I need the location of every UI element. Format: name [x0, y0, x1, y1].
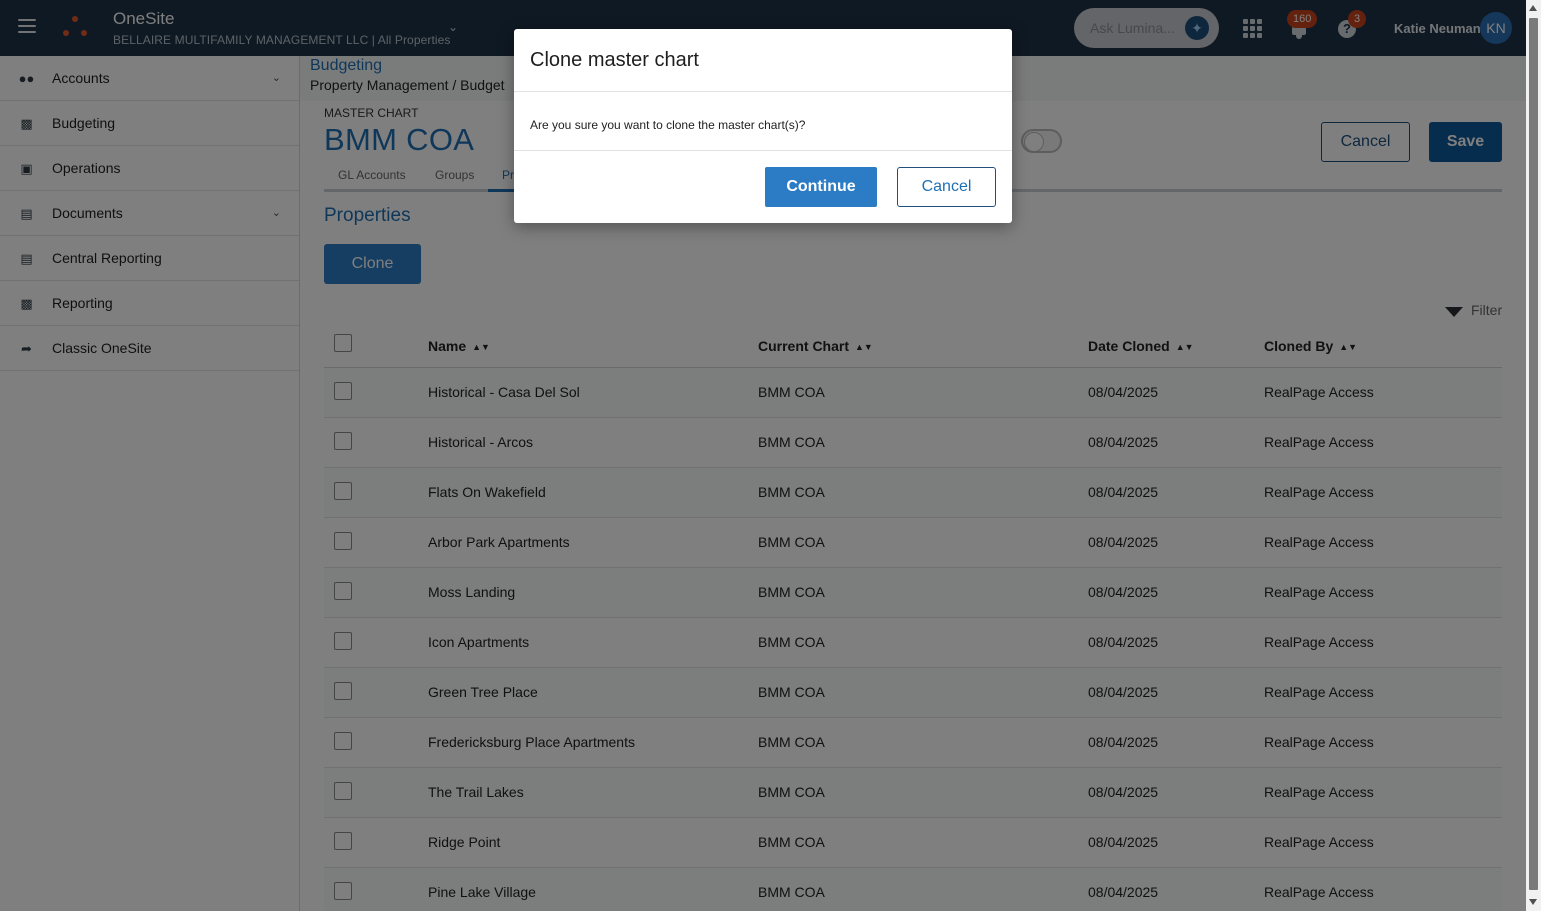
- scrollbar[interactable]: [1526, 0, 1541, 911]
- scrollbar-thumb[interactable]: [1529, 18, 1538, 890]
- dialog-message: Are you sure you want to clone the maste…: [530, 118, 806, 132]
- continue-button[interactable]: Continue: [765, 167, 877, 207]
- divider: [514, 150, 1012, 151]
- clone-confirm-dialog: Clone master chart Are you sure you want…: [514, 29, 1012, 223]
- divider: [514, 91, 1012, 92]
- dialog-cancel-button[interactable]: Cancel: [897, 167, 996, 207]
- dialog-title: Clone master chart: [530, 49, 699, 71]
- scroll-up-arrow[interactable]: [1529, 5, 1537, 11]
- scroll-down-arrow[interactable]: [1529, 899, 1537, 905]
